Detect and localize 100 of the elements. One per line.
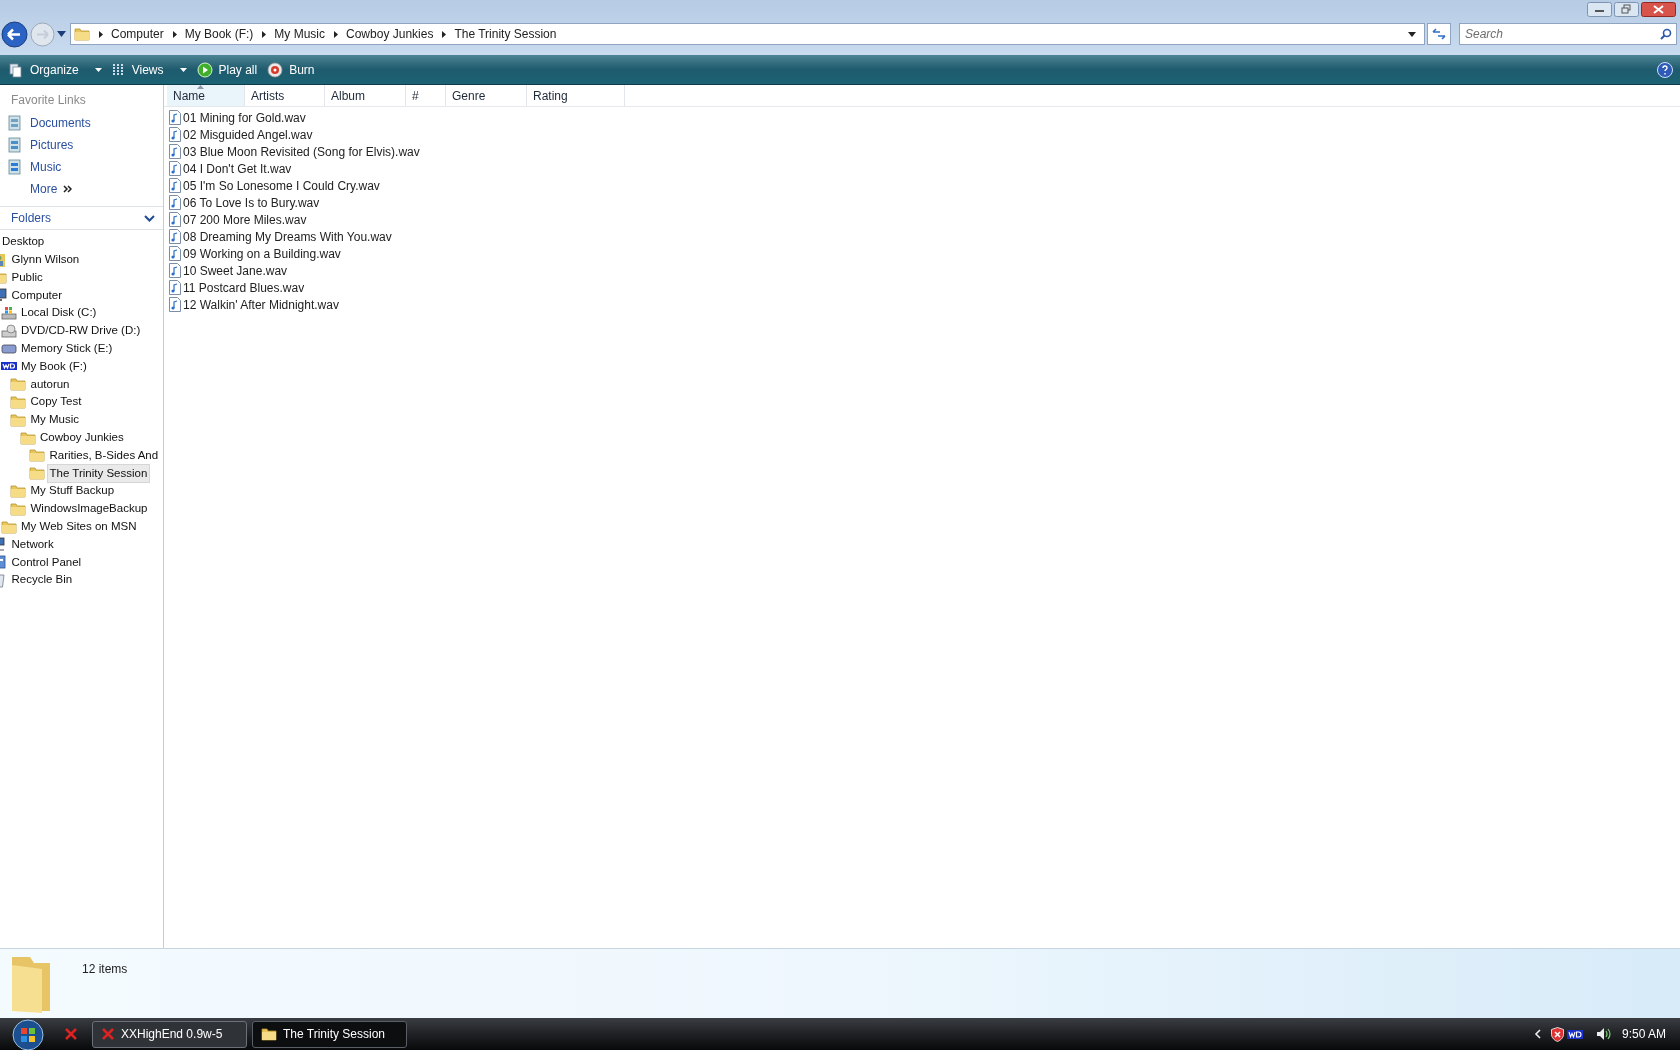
- optical-drive-icon: [0, 322, 17, 339]
- tray-chevron-icon[interactable]: [1533, 1029, 1541, 1039]
- tree-item[interactable]: Cowboy Junkies: [37, 428, 127, 448]
- file-name[interactable]: 06 To Love Is to Bury.wav: [183, 193, 320, 212]
- dropdown-caret-icon[interactable]: [1408, 31, 1416, 37]
- close-button[interactable]: [1641, 2, 1676, 17]
- folder-icon: [10, 376, 26, 393]
- breadcrumb-item[interactable]: Cowboy Junkies: [346, 25, 434, 43]
- folder-icon: [0, 518, 17, 535]
- tree-item[interactable]: Desktop: [0, 232, 48, 252]
- folder-icon: [10, 483, 26, 500]
- tree-item[interactable]: WindowsImageBackup: [27, 499, 151, 519]
- chevron-icon[interactable]: [144, 214, 155, 222]
- column-header[interactable]: Genre: [446, 85, 527, 106]
- history-caret-icon[interactable]: [57, 31, 66, 37]
- play-icon: [196, 61, 213, 78]
- tree-item[interactable]: Public: [8, 267, 46, 288]
- column-header[interactable]: #: [406, 85, 446, 106]
- tree-item[interactable]: My Book (F:): [18, 356, 90, 377]
- file-name[interactable]: 12 Walkin' After Midnight.wav: [183, 295, 339, 314]
- audio-file-icon: [169, 178, 181, 193]
- folders-header[interactable]: Folders: [0, 206, 163, 230]
- tree-item[interactable]: The Trinity Session: [46, 463, 151, 483]
- tree-item[interactable]: My Web Sites on MSN: [18, 517, 140, 537]
- file-name[interactable]: 11 Postcard Blues.wav: [183, 278, 305, 297]
- breadcrumb-item[interactable]: The Trinity Session: [454, 25, 557, 43]
- file-name[interactable]: 09 Working on a Building.wav: [183, 244, 341, 263]
- folders-title: Folders: [11, 210, 51, 227]
- column-header[interactable]: Artists: [245, 85, 325, 106]
- restore-button[interactable]: [1614, 2, 1639, 17]
- tree-item[interactable]: Control Panel: [8, 552, 85, 572]
- file-name[interactable]: 05 I'm So Lonesome I Could Cry.wav: [183, 176, 380, 195]
- refresh-button[interactable]: [1427, 23, 1451, 45]
- toolbar-button[interactable]: Organize: [4, 57, 106, 82]
- search-field[interactable]: Search: [1459, 23, 1677, 45]
- audio-file-icon: [169, 263, 181, 278]
- x-icon: [101, 1027, 115, 1041]
- breadcrumb-arrow-icon[interactable]: [442, 30, 447, 38]
- tree-item[interactable]: DVD/CD-RW Drive (D:): [18, 321, 144, 341]
- sort-arrow-icon: [197, 85, 204, 89]
- tree-item[interactable]: My Music: [27, 410, 83, 430]
- file-name[interactable]: 08 Dreaming My Dreams With You.wav: [183, 227, 392, 246]
- toolbar-button[interactable]: Views: [107, 57, 191, 82]
- speaker-icon[interactable]: [1595, 1027, 1612, 1041]
- back-button[interactable]: [1, 20, 28, 48]
- help-icon[interactable]: [1657, 61, 1673, 78]
- folder-icon: [10, 500, 26, 517]
- audio-file-icon: [169, 144, 181, 159]
- tree-item[interactable]: Glynn Wilson: [8, 250, 83, 270]
- breadcrumb-arrow-icon[interactable]: [99, 30, 103, 38]
- file-name[interactable]: 03 Blue Moon Revisited (Song for Elvis).wav: [183, 142, 420, 161]
- breadcrumb-item[interactable]: My Book (F:): [184, 25, 254, 43]
- file-name[interactable]: 04 I Don't Get It.wav: [183, 159, 292, 178]
- minimize-button[interactable]: [1587, 2, 1612, 17]
- hard-disk-icon: [0, 305, 17, 322]
- clock[interactable]: 9:50 AM: [1621, 1025, 1666, 1043]
- file-name[interactable]: 10 Sweet Jane.wav: [183, 261, 288, 280]
- column-header[interactable]: Name: [167, 85, 245, 106]
- tree-item[interactable]: Rarities, B-Sides And: [46, 445, 162, 466]
- audio-file-icon: [169, 212, 181, 227]
- file-name[interactable]: 01 Mining for Gold.wav: [183, 108, 306, 127]
- breadcrumb-arrow-icon[interactable]: [172, 30, 177, 38]
- quick-launch-x-icon[interactable]: [64, 1027, 78, 1041]
- pages-icon: [8, 61, 24, 78]
- more-link[interactable]: More: [30, 180, 58, 198]
- tree-item[interactable]: Network: [8, 534, 57, 555]
- folder-icon: [29, 447, 45, 464]
- taskbar-button[interactable]: XXHighEnd 0.9w-5: [92, 1020, 247, 1048]
- audio-file-icon: [169, 127, 181, 142]
- double-chevron-icon[interactable]: [63, 185, 73, 193]
- shield-icon[interactable]: [1550, 1026, 1564, 1042]
- column-header[interactable]: Rating: [527, 85, 625, 106]
- caret-icon: [94, 67, 102, 72]
- address-bar[interactable]: Computer My Book (F:) My Music Cowboy Junkies The Trinity Session: [70, 23, 1425, 45]
- taskbar-button[interactable]: The Trinity Session: [252, 1020, 407, 1048]
- tree-item[interactable]: Local Disk (C:): [18, 303, 100, 323]
- toolbar-button[interactable]: Play all: [192, 57, 262, 82]
- tree-item[interactable]: My Stuff Backup: [27, 481, 118, 501]
- tree-item[interactable]: Copy Test: [27, 392, 85, 412]
- drive-logo-icon[interactable]: [1566, 1029, 1583, 1039]
- search-icon[interactable]: [1660, 28, 1672, 40]
- breadcrumb-item[interactable]: Computer: [111, 25, 164, 43]
- location-folder-icon: [74, 26, 90, 42]
- favorite-link[interactable]: Pictures: [30, 136, 74, 154]
- breadcrumb-arrow-icon[interactable]: [262, 30, 267, 38]
- file-name[interactable]: 07 200 More Miles.wav: [183, 210, 307, 229]
- tree-item[interactable]: Computer: [8, 285, 65, 305]
- views-icon: [111, 61, 126, 78]
- column-header[interactable]: Album: [325, 85, 406, 106]
- breadcrumb-arrow-icon[interactable]: [334, 30, 339, 38]
- favorite-link[interactable]: Documents: [30, 114, 91, 132]
- item-count: 12 items: [82, 961, 128, 978]
- tree-item[interactable]: Memory Stick (E:): [18, 339, 116, 359]
- breadcrumb-item[interactable]: My Music: [274, 25, 326, 43]
- tree-item[interactable]: autorun: [27, 374, 73, 394]
- toolbar-button[interactable]: Burn: [263, 57, 319, 82]
- favorite-link[interactable]: Music: [30, 158, 62, 176]
- audio-file-icon: [169, 246, 181, 261]
- file-name[interactable]: 02 Misguided Angel.wav: [183, 125, 313, 144]
- tree-item[interactable]: Recycle Bin: [8, 570, 76, 590]
